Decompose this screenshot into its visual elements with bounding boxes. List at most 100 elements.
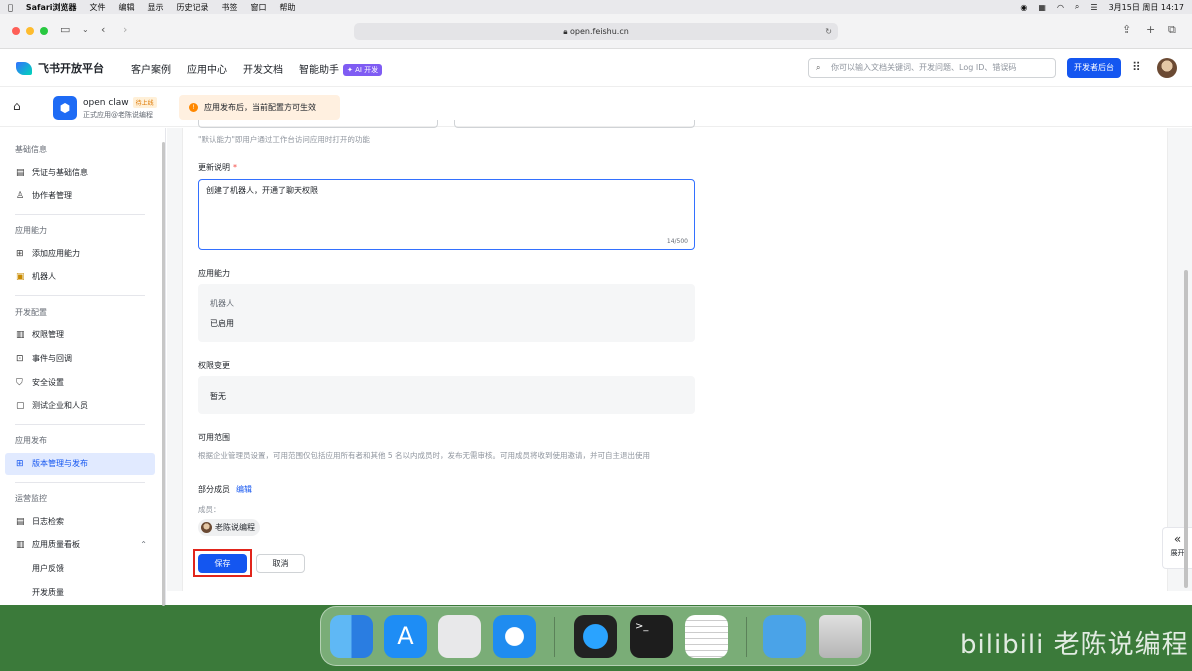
developer-console-button[interactable]: 开发者后台 bbox=[1067, 58, 1121, 78]
menu-help[interactable]: 帮助 bbox=[280, 2, 296, 13]
sidebar-item-label: 协作者管理 bbox=[32, 191, 72, 200]
record-icon[interactable]: ◉ bbox=[1020, 3, 1027, 12]
menu-history[interactable]: 历史记录 bbox=[177, 2, 209, 13]
capability-label: 应用能力 bbox=[198, 269, 230, 278]
back-icon[interactable]: ‹ bbox=[101, 23, 105, 36]
cancel-button[interactable]: 取消 bbox=[256, 554, 305, 573]
sidebar-item-logs[interactable]: ▤ 日志检索 bbox=[5, 511, 155, 533]
nav-ai-assistant[interactable]: 智能助手 ✦ AI 开发 bbox=[299, 61, 383, 76]
sidebar-item-permissions[interactable]: ▥ 权限管理 bbox=[5, 324, 155, 346]
textedit-icon[interactable] bbox=[685, 615, 728, 658]
nav-customer-cases[interactable]: 客户案例 bbox=[131, 61, 171, 76]
sidebar-item-label: 用户反馈 bbox=[32, 564, 64, 573]
keyboard-icon[interactable]: ▦ bbox=[1038, 3, 1046, 12]
warning-icon: ! bbox=[189, 103, 198, 112]
save-button[interactable]: 保存 bbox=[198, 554, 247, 573]
tab-overview-icon[interactable]: ⧉ bbox=[1168, 23, 1176, 37]
key-icon: ▥ bbox=[16, 330, 25, 340]
address-bar[interactable]: 🔒︎ open.feishu.cn ↻ bbox=[354, 23, 838, 40]
finder-icon[interactable] bbox=[330, 615, 373, 658]
terminal-icon[interactable]: >_ bbox=[630, 615, 673, 658]
macos-menubar:  Safari浏览器 文件 编辑 显示 历史记录 书签 窗口 帮助 ◉ ▦ ◠… bbox=[0, 0, 1192, 14]
add-module-icon: ⊞ bbox=[16, 249, 24, 259]
sidebar-item-feedback[interactable]: 用户反馈 bbox=[5, 558, 155, 580]
update-notes-textarea[interactable]: 创建了机器人，开通了聊天权限 14/500 bbox=[198, 179, 695, 250]
sidebar-item-bot[interactable]: ▣ 机器人 bbox=[5, 266, 155, 288]
default-capability-hint: "默认能力"即用户通过工作台访问应用时打开的功能 bbox=[198, 135, 370, 144]
sidebar-item-quality[interactable]: ▥ 应用质量看板 ⌃ bbox=[5, 534, 155, 556]
dock-separator bbox=[746, 617, 747, 657]
member-name: 老陈说编程 bbox=[215, 523, 255, 532]
sidebar-item-dev-quality[interactable]: 开发质量 bbox=[5, 582, 155, 604]
app-name: open claw bbox=[83, 98, 129, 108]
menu-bookmarks[interactable]: 书签 bbox=[222, 2, 238, 13]
brand-logo[interactable]: 飞书开放平台 bbox=[16, 60, 104, 76]
sidebar-item-add-capability[interactable]: ⊞ 添加应用能力 bbox=[5, 243, 155, 265]
required-mark: * bbox=[233, 163, 237, 172]
nav-app-center[interactable]: 应用中心 bbox=[187, 61, 227, 76]
id-card-icon: ▤ bbox=[16, 168, 25, 178]
search-placeholder: 你可以输入文档关键词、开发问题、Log ID、错误码 bbox=[831, 63, 1017, 72]
scope-value-row: 部分成员 编辑 bbox=[198, 484, 252, 495]
wifi-icon[interactable]: ◠ bbox=[1057, 3, 1064, 12]
share-icon[interactable]: ⇪ bbox=[1122, 23, 1131, 36]
sidebar-item-security[interactable]: ⛉ 安全设置 bbox=[5, 372, 155, 394]
search-icon[interactable]: ⌕ bbox=[1075, 2, 1079, 12]
menu-window[interactable]: 窗口 bbox=[251, 2, 267, 13]
edit-scope-link[interactable]: 编辑 bbox=[236, 485, 252, 494]
sidebar-toggle-icon[interactable]: ▭ bbox=[60, 23, 70, 36]
safari-icon[interactable] bbox=[493, 615, 536, 658]
apple-icon[interactable]:  bbox=[8, 3, 13, 12]
doc-search-input[interactable]: ⌕ 你可以输入文档关键词、开发问题、Log ID、错误码 bbox=[808, 58, 1056, 78]
sidebar-item-label: 添加应用能力 bbox=[32, 249, 80, 258]
default-capability-select-2[interactable] bbox=[454, 120, 695, 128]
app-store-icon[interactable]: A bbox=[384, 615, 427, 658]
sidebar-item-credentials[interactable]: ▤ 凭证与基础信息 bbox=[5, 162, 155, 184]
sidebar-item-collaborators[interactable]: ♙ 协作者管理 bbox=[5, 185, 155, 207]
menu-file[interactable]: 文件 bbox=[90, 2, 106, 13]
default-capability-select[interactable] bbox=[198, 120, 438, 128]
zoom-window-button[interactable] bbox=[40, 27, 48, 35]
sidebar-item-versions[interactable]: ⊞ 版本管理与发布 bbox=[5, 453, 155, 475]
scope-description: 根据企业管理员设置，可用范围仅包括应用所有者和其他 5 名以内成员时，发布无需审… bbox=[198, 451, 651, 460]
sidebar-divider bbox=[15, 295, 145, 296]
bilibili-logo-icon: bilibili bbox=[960, 630, 1054, 660]
nav-ai-assistant-label: 智能助手 bbox=[299, 64, 339, 76]
permission-change-label: 权限变更 bbox=[198, 361, 230, 370]
page-scrollbar[interactable] bbox=[1184, 270, 1188, 588]
reload-icon[interactable]: ↻ bbox=[825, 23, 832, 40]
sidebar-item-label: 机器人 bbox=[32, 272, 56, 281]
capability-status: 已启用 bbox=[210, 319, 234, 328]
downloads-folder-icon[interactable] bbox=[763, 615, 806, 658]
minimize-window-button[interactable] bbox=[26, 27, 34, 35]
chevron-down-icon[interactable]: ⌄ bbox=[82, 25, 89, 34]
menu-app-name[interactable]: Safari浏览器 bbox=[26, 2, 77, 13]
sidebar-item-label: 权限管理 bbox=[32, 330, 64, 339]
user-avatar[interactable] bbox=[1157, 58, 1177, 78]
address-text: open.feishu.cn bbox=[570, 27, 629, 36]
sidebar-scrollbar[interactable] bbox=[162, 142, 165, 606]
close-window-button[interactable] bbox=[12, 27, 20, 35]
nav-dev-docs[interactable]: 开发文档 bbox=[243, 61, 283, 76]
sidebar-item-events[interactable]: ⊡ 事件与回调 bbox=[5, 348, 155, 370]
control-center-icon[interactable]: ☰ bbox=[1090, 3, 1097, 12]
member-chip[interactable]: 老陈说编程 bbox=[198, 519, 260, 536]
menubar-clock[interactable]: 3月15日 周日 14:17 bbox=[1109, 2, 1184, 13]
launchpad-icon[interactable] bbox=[438, 615, 481, 658]
home-icon[interactable]: ⌂ bbox=[13, 99, 21, 113]
trash-icon[interactable] bbox=[819, 615, 862, 658]
group-capability: 应用能力 bbox=[15, 226, 47, 235]
chevron-up-icon[interactable]: ⌃ bbox=[140, 534, 147, 556]
menu-view[interactable]: 显示 bbox=[148, 2, 164, 13]
menu-edit[interactable]: 编辑 bbox=[119, 2, 135, 13]
sidebar-item-test-enterprise[interactable]: ▢ 测试企业和人员 bbox=[5, 395, 155, 417]
update-notes-label: 更新说明 * bbox=[198, 162, 237, 173]
group-ops: 运营监控 bbox=[15, 494, 47, 503]
new-tab-icon[interactable]: + bbox=[1146, 23, 1155, 36]
apps-grid-icon[interactable]: ⠿ bbox=[1132, 60, 1141, 74]
quicktime-icon[interactable] bbox=[574, 615, 617, 658]
app-cube-icon[interactable]: ⬢ bbox=[53, 96, 77, 120]
robot-icon: ▣ bbox=[16, 272, 25, 282]
scope-value: 部分成员 bbox=[198, 485, 230, 494]
forward-icon[interactable]: › bbox=[123, 23, 127, 36]
